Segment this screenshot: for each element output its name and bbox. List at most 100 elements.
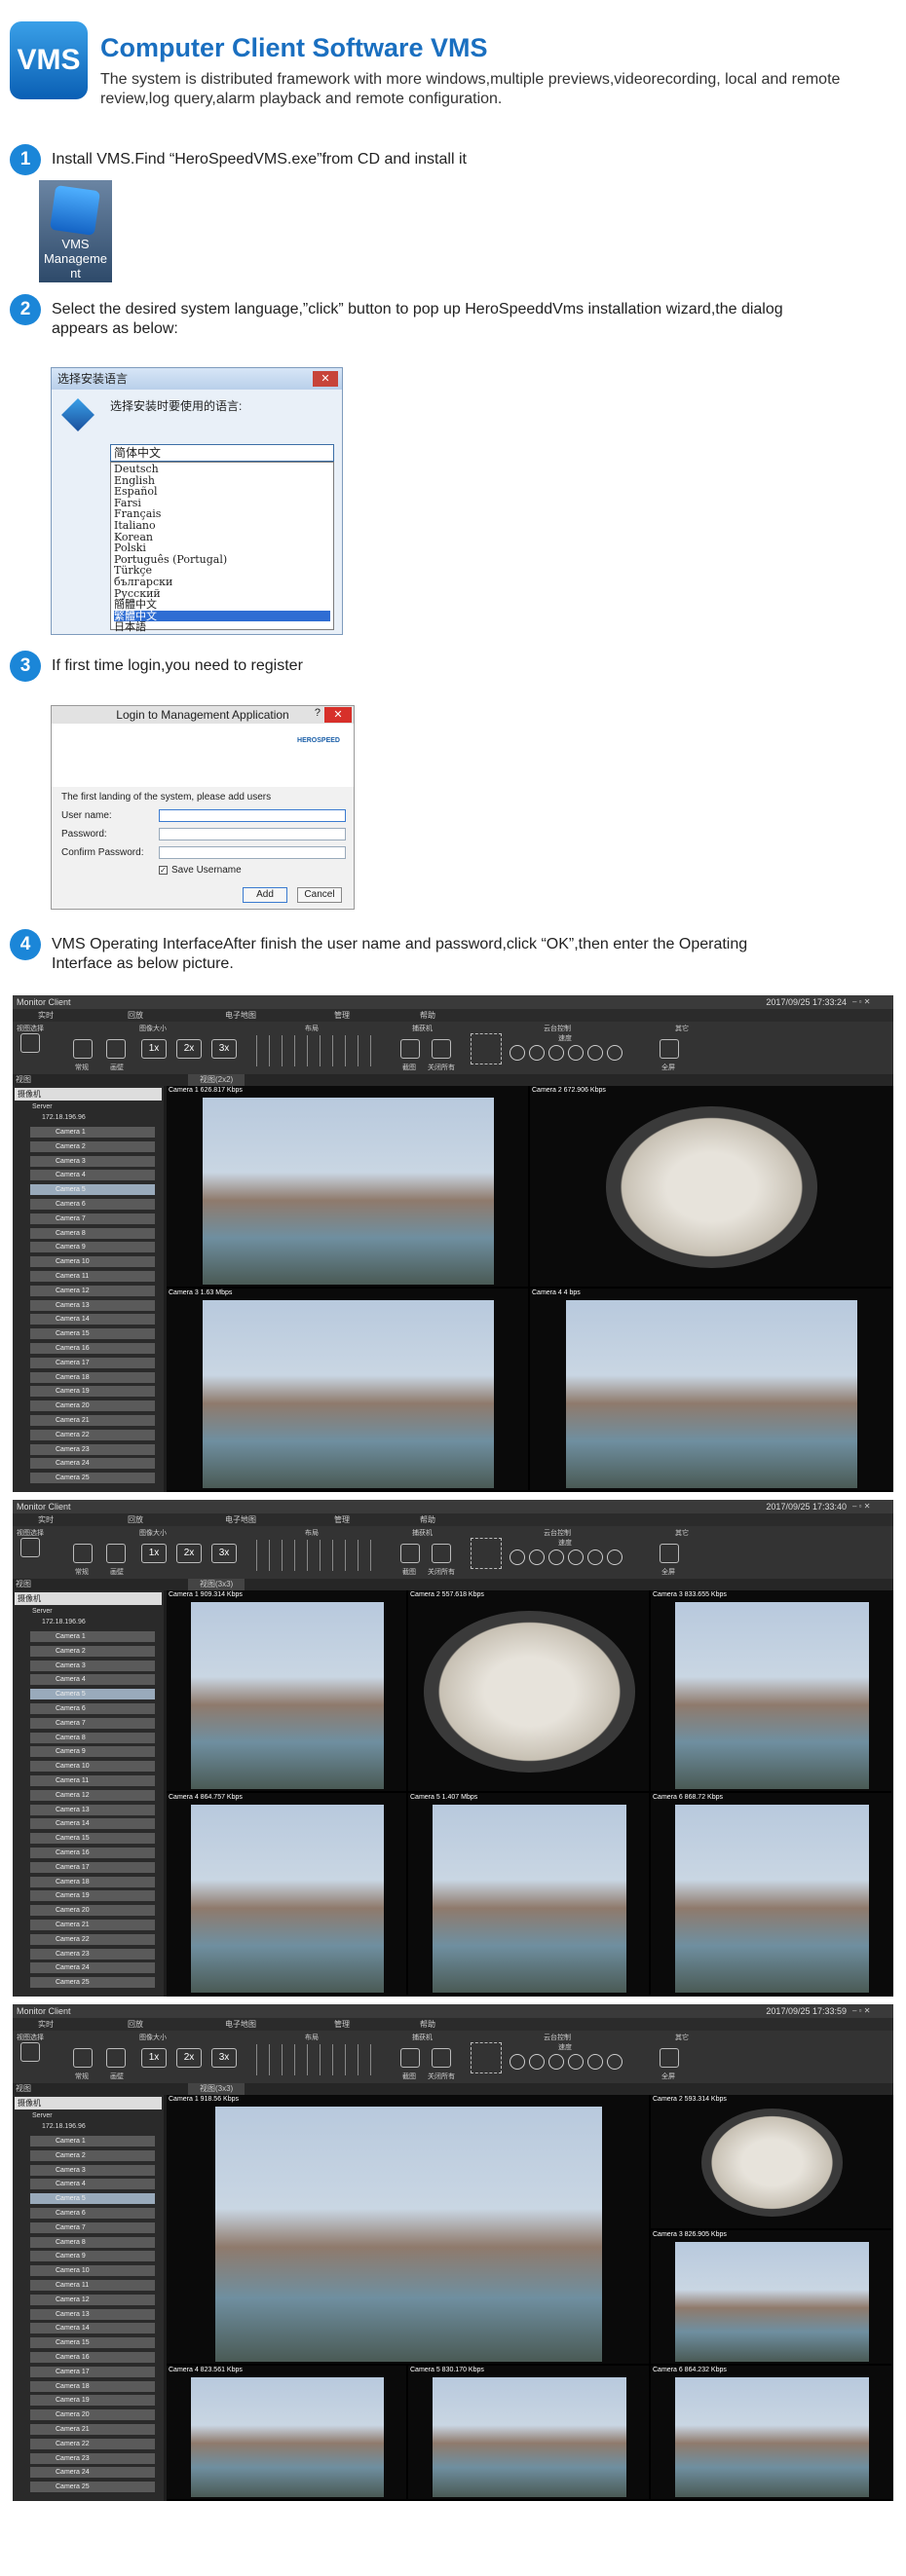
password-input[interactable]: [159, 828, 346, 840]
camera-list-item[interactable]: Camera 8: [30, 1732, 155, 1743]
camera-list-item[interactable]: Camera 5: [30, 2193, 155, 2205]
video-cell[interactable]: Camera 4 4 bps: [530, 1288, 891, 1490]
camera-search[interactable]: 摄像机: [15, 1088, 162, 1101]
ptz-control-button[interactable]: [529, 1549, 545, 1565]
save-username-checkbox[interactable]: ✓: [159, 866, 168, 875]
ptz-control-button[interactable]: [568, 1045, 584, 1061]
zoom-x2-button[interactable]: 2x: [176, 1039, 202, 1059]
fullscreen-button[interactable]: [660, 2048, 679, 2068]
camera-search[interactable]: 摄像机: [15, 2097, 162, 2109]
camera-list-item[interactable]: Camera 22: [30, 1933, 155, 1945]
snapshot-button[interactable]: [400, 2048, 420, 2068]
ptz-control-button[interactable]: [529, 1045, 545, 1061]
camera-list-item[interactable]: Camera 12: [30, 1789, 155, 1801]
camera-list-item[interactable]: Camera 22: [30, 1429, 155, 1440]
list-item[interactable]: 日本語: [114, 621, 330, 633]
camera-list-item[interactable]: Camera 22: [30, 2438, 155, 2449]
camera-list-item[interactable]: Camera 17: [30, 1357, 155, 1368]
camera-list-item[interactable]: Camera 12: [30, 2294, 155, 2305]
ptz-control-button[interactable]: [568, 2054, 584, 2070]
menu-item[interactable]: 回放: [128, 1513, 143, 1526]
camera-list-item[interactable]: Camera 3: [30, 2164, 155, 2176]
camera-list-item[interactable]: Camera 23: [30, 1443, 155, 1455]
zoom-x3-button[interactable]: 3x: [211, 1039, 237, 1059]
server-node[interactable]: Server: [32, 1608, 53, 1615]
ptz-control-button[interactable]: [548, 2054, 564, 2070]
menu-item[interactable]: 管理: [334, 1009, 350, 1022]
camera-list-item[interactable]: Camera 1: [30, 1127, 155, 1138]
video-cell[interactable]: Camera 5 830.170 Kbps: [408, 2366, 649, 2499]
camera-list-item[interactable]: Camera 11: [30, 1775, 155, 1786]
view-select-button[interactable]: [20, 1538, 40, 1557]
camera-list-item[interactable]: Camera 12: [30, 1285, 155, 1296]
ptz-control-button[interactable]: [607, 1045, 623, 1061]
camera-list-item[interactable]: Camera 19: [30, 1386, 155, 1398]
camera-list-item[interactable]: Camera 14: [30, 1314, 155, 1325]
camera-list-item[interactable]: Camera 20: [30, 1400, 155, 1412]
camera-list-item[interactable]: Camera 9: [30, 2251, 155, 2262]
camera-list-item[interactable]: Camera 25: [30, 2482, 155, 2493]
normal-view-button[interactable]: [73, 2048, 93, 2068]
camera-list-item[interactable]: Camera 9: [30, 1242, 155, 1253]
list-item[interactable]: Español: [114, 486, 330, 498]
camera-list-item[interactable]: Camera 2: [30, 1645, 155, 1657]
window-controls[interactable]: – ▫ ✕: [852, 997, 889, 1007]
list-item[interactable]: Korean: [114, 531, 330, 543]
camera-list-item[interactable]: Camera 21: [30, 2424, 155, 2435]
menu-item[interactable]: 管理: [334, 1513, 350, 1526]
camera-list-item[interactable]: Camera 4: [30, 1170, 155, 1181]
menu-item[interactable]: 帮助: [420, 1513, 435, 1526]
zoom-x3-button[interactable]: 3x: [211, 1544, 237, 1563]
ptz-arrows-icon[interactable]: [471, 1538, 502, 1569]
ptz-arrows-icon[interactable]: [471, 2042, 502, 2073]
ptz-control-button[interactable]: [510, 2054, 525, 2070]
wall-view-button[interactable]: [106, 2048, 126, 2068]
server-node[interactable]: Server: [32, 1103, 53, 1110]
zoom-x1-button[interactable]: 1x: [141, 1544, 167, 1563]
camera-list-item[interactable]: Camera 3: [30, 1155, 155, 1167]
ptz-control-button[interactable]: [548, 1549, 564, 1565]
camera-list-item[interactable]: Camera 3: [30, 1660, 155, 1671]
video-cell[interactable]: Camera 6 864.232 Kbps: [651, 2366, 891, 2499]
help-button[interactable]: ?: [315, 707, 321, 719]
camera-list-item[interactable]: Camera 7: [30, 1717, 155, 1729]
camera-list-item[interactable]: Camera 10: [30, 1256, 155, 1268]
menu-item[interactable]: 电子地图: [225, 1513, 256, 1526]
ptz-arrows-icon[interactable]: [471, 1033, 502, 1064]
video-cell[interactable]: Camera 1 918.56 Kbps: [167, 2095, 649, 2364]
camera-list-item[interactable]: Camera 24: [30, 1962, 155, 1974]
view-tab[interactable]: 视图(3x3): [188, 1579, 245, 1590]
video-cell[interactable]: Camera 6 868.72 Kbps: [651, 1793, 891, 1995]
cancel-button[interactable]: Cancel: [297, 887, 342, 903]
close-all-button[interactable]: [432, 2048, 451, 2068]
camera-list-item[interactable]: Camera 4: [30, 1674, 155, 1686]
camera-list-item[interactable]: Camera 21: [30, 1920, 155, 1930]
menu-item[interactable]: 回放: [128, 2018, 143, 2031]
camera-list-item[interactable]: Camera 25: [30, 1473, 155, 1484]
view-tab[interactable]: 视图(3x3): [188, 2083, 245, 2095]
language-select[interactable]: 简体中文: [110, 444, 334, 462]
video-cell[interactable]: Camera 1 626.817 Kbps: [167, 1086, 528, 1287]
menu-item[interactable]: 电子地图: [225, 2018, 256, 2031]
ptz-control-button[interactable]: [548, 1045, 564, 1061]
camera-list-item[interactable]: Camera 7: [30, 2221, 155, 2233]
camera-list-item[interactable]: Camera 15: [30, 1328, 155, 1340]
ptz-control-button[interactable]: [587, 1549, 603, 1565]
video-cell[interactable]: Camera 2 672.906 Kbps: [530, 1086, 891, 1287]
window-controls[interactable]: – ▫ ✕: [852, 2006, 889, 2016]
video-cell[interactable]: Camera 4 823.561 Kbps: [167, 2366, 406, 2499]
camera-list-item[interactable]: Camera 11: [30, 2280, 155, 2291]
menu-item[interactable]: 电子地图: [225, 1009, 256, 1022]
camera-list-item[interactable]: Camera 6: [30, 1703, 155, 1714]
wall-view-button[interactable]: [106, 1039, 126, 1059]
close-button[interactable]: ✕: [313, 371, 338, 387]
view-tab[interactable]: 视图(2x2): [188, 1074, 245, 1086]
camera-list-item[interactable]: Camera 8: [30, 1227, 155, 1239]
menu-item[interactable]: 回放: [128, 1009, 143, 1022]
camera-list-item[interactable]: Camera 5: [30, 1184, 155, 1196]
camera-list-item[interactable]: Camera 17: [30, 1861, 155, 1873]
video-cell[interactable]: Camera 3 833.655 Kbps: [651, 1590, 891, 1791]
normal-view-button[interactable]: [73, 1544, 93, 1563]
window-controls[interactable]: – ▫ ✕: [852, 1502, 889, 1512]
ip-node[interactable]: 172.18.196.96: [42, 1114, 86, 1121]
